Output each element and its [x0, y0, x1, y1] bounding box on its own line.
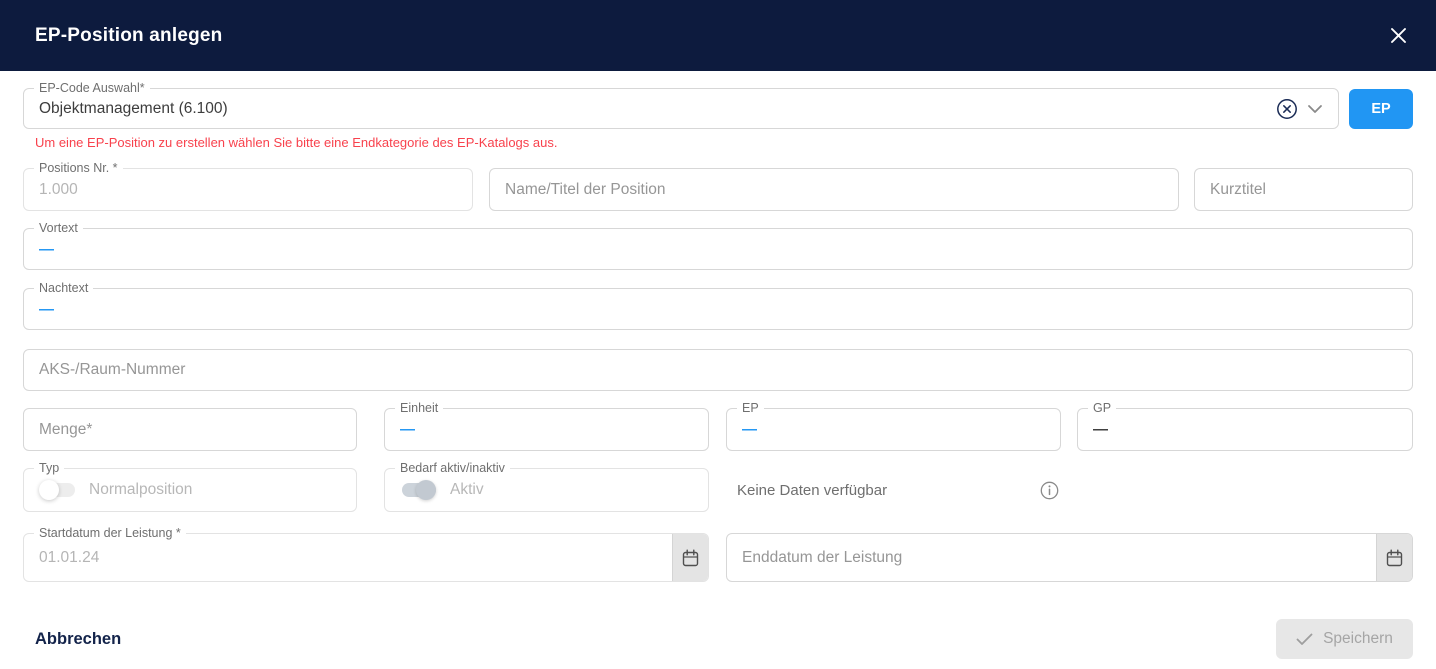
- startdatum-label: Startdatum der Leistung *: [34, 526, 186, 540]
- nachtext-value[interactable]: —: [39, 301, 53, 318]
- position-row: Positions Nr. *: [23, 168, 1413, 211]
- ep-catalog-button[interactable]: EP: [1349, 89, 1413, 129]
- dialog-body: EP-Code Auswahl* EP Um eine E: [0, 88, 1436, 659]
- positions-nr-value: [39, 181, 457, 199]
- startdatum-calendar-button[interactable]: [672, 534, 708, 581]
- menge-row: Einheit — EP — GP —: [23, 408, 1413, 451]
- close-icon: [1390, 27, 1407, 44]
- typ-state-label: Normalposition: [89, 481, 192, 499]
- enddatum-calendar-button[interactable]: [1376, 534, 1412, 581]
- ep-value: —: [742, 421, 756, 438]
- vortext-label: Vortext: [34, 221, 83, 235]
- nachtext-field[interactable]: Nachtext —: [23, 288, 1413, 330]
- ep-code-select[interactable]: EP-Code Auswahl*: [23, 88, 1339, 129]
- bedarf-toggle[interactable]: [400, 479, 438, 501]
- bedarf-field: Bedarf aktiv/inaktiv Aktiv: [384, 468, 709, 512]
- typ-label: Typ: [34, 461, 64, 475]
- bedarf-label: Bedarf aktiv/inaktiv: [395, 461, 510, 475]
- vortext-field[interactable]: Vortext —: [23, 228, 1413, 270]
- einheit-label: Einheit: [395, 401, 443, 415]
- gp-field: GP —: [1077, 408, 1413, 451]
- startdatum-field: Startdatum der Leistung *: [23, 533, 709, 582]
- kurztitel-input[interactable]: [1210, 181, 1397, 199]
- startdatum-value: [39, 549, 658, 567]
- name-titel-field[interactable]: [489, 168, 1179, 211]
- ep-hint-block: Keine Daten verfügbar: [726, 468, 1061, 512]
- ep-hint-text: Keine Daten verfügbar: [737, 482, 887, 499]
- clear-circle-x-icon: [1276, 98, 1298, 120]
- aks-raum-input[interactable]: [39, 361, 1397, 379]
- menge-input[interactable]: [39, 421, 341, 439]
- cancel-button[interactable]: Abbrechen: [35, 630, 121, 649]
- dialog-header: EP-Position anlegen: [0, 0, 1436, 71]
- ep-code-value[interactable]: [39, 100, 1276, 118]
- dialog-title: EP-Position anlegen: [35, 25, 223, 47]
- bedarf-state-label: Aktiv: [450, 481, 484, 499]
- aks-raum-field[interactable]: [23, 349, 1413, 391]
- vortext-value[interactable]: —: [39, 241, 53, 258]
- einheit-value: —: [400, 421, 414, 438]
- name-titel-input[interactable]: [505, 181, 1163, 199]
- clear-button[interactable]: [1276, 98, 1298, 120]
- close-button[interactable]: [1386, 24, 1410, 48]
- calendar-icon: [1385, 548, 1404, 568]
- ep-code-label: EP-Code Auswahl*: [34, 81, 150, 95]
- ep-hint-info-button[interactable]: [1040, 481, 1059, 500]
- date-row: Startdatum der Leistung *: [23, 533, 1413, 582]
- typ-row: Typ Normalposition Bedarf aktiv/inaktiv …: [23, 468, 1413, 512]
- nachtext-label: Nachtext: [34, 281, 93, 295]
- calendar-icon: [681, 548, 700, 568]
- typ-toggle[interactable]: [39, 479, 77, 501]
- chevron-down-icon: [1307, 104, 1323, 114]
- kurztitel-field[interactable]: [1194, 168, 1413, 211]
- info-icon: [1040, 481, 1059, 500]
- typ-field: Typ Normalposition: [23, 468, 357, 512]
- menge-field[interactable]: [23, 408, 357, 451]
- save-button-label: Speichern: [1323, 630, 1393, 648]
- positions-nr-label: Positions Nr. *: [34, 161, 123, 175]
- error-hint: Um eine EP-Position zu erstellen wählen …: [35, 136, 1413, 150]
- enddatum-field[interactable]: [726, 533, 1413, 582]
- ep-code-row: EP-Code Auswahl* EP: [23, 88, 1413, 129]
- positions-nr-field: Positions Nr. *: [23, 168, 473, 211]
- check-icon: [1296, 633, 1313, 646]
- gp-label: GP: [1088, 401, 1116, 415]
- ep-field[interactable]: EP —: [726, 408, 1061, 451]
- ep-label: EP: [737, 401, 764, 415]
- gp-value: —: [1093, 421, 1107, 438]
- einheit-field[interactable]: Einheit —: [384, 408, 709, 451]
- save-button[interactable]: Speichern: [1276, 619, 1413, 659]
- dialog-footer: Abbrechen Speichern: [23, 619, 1413, 659]
- enddatum-input[interactable]: [742, 549, 1362, 567]
- dropdown-toggle[interactable]: [1307, 104, 1323, 114]
